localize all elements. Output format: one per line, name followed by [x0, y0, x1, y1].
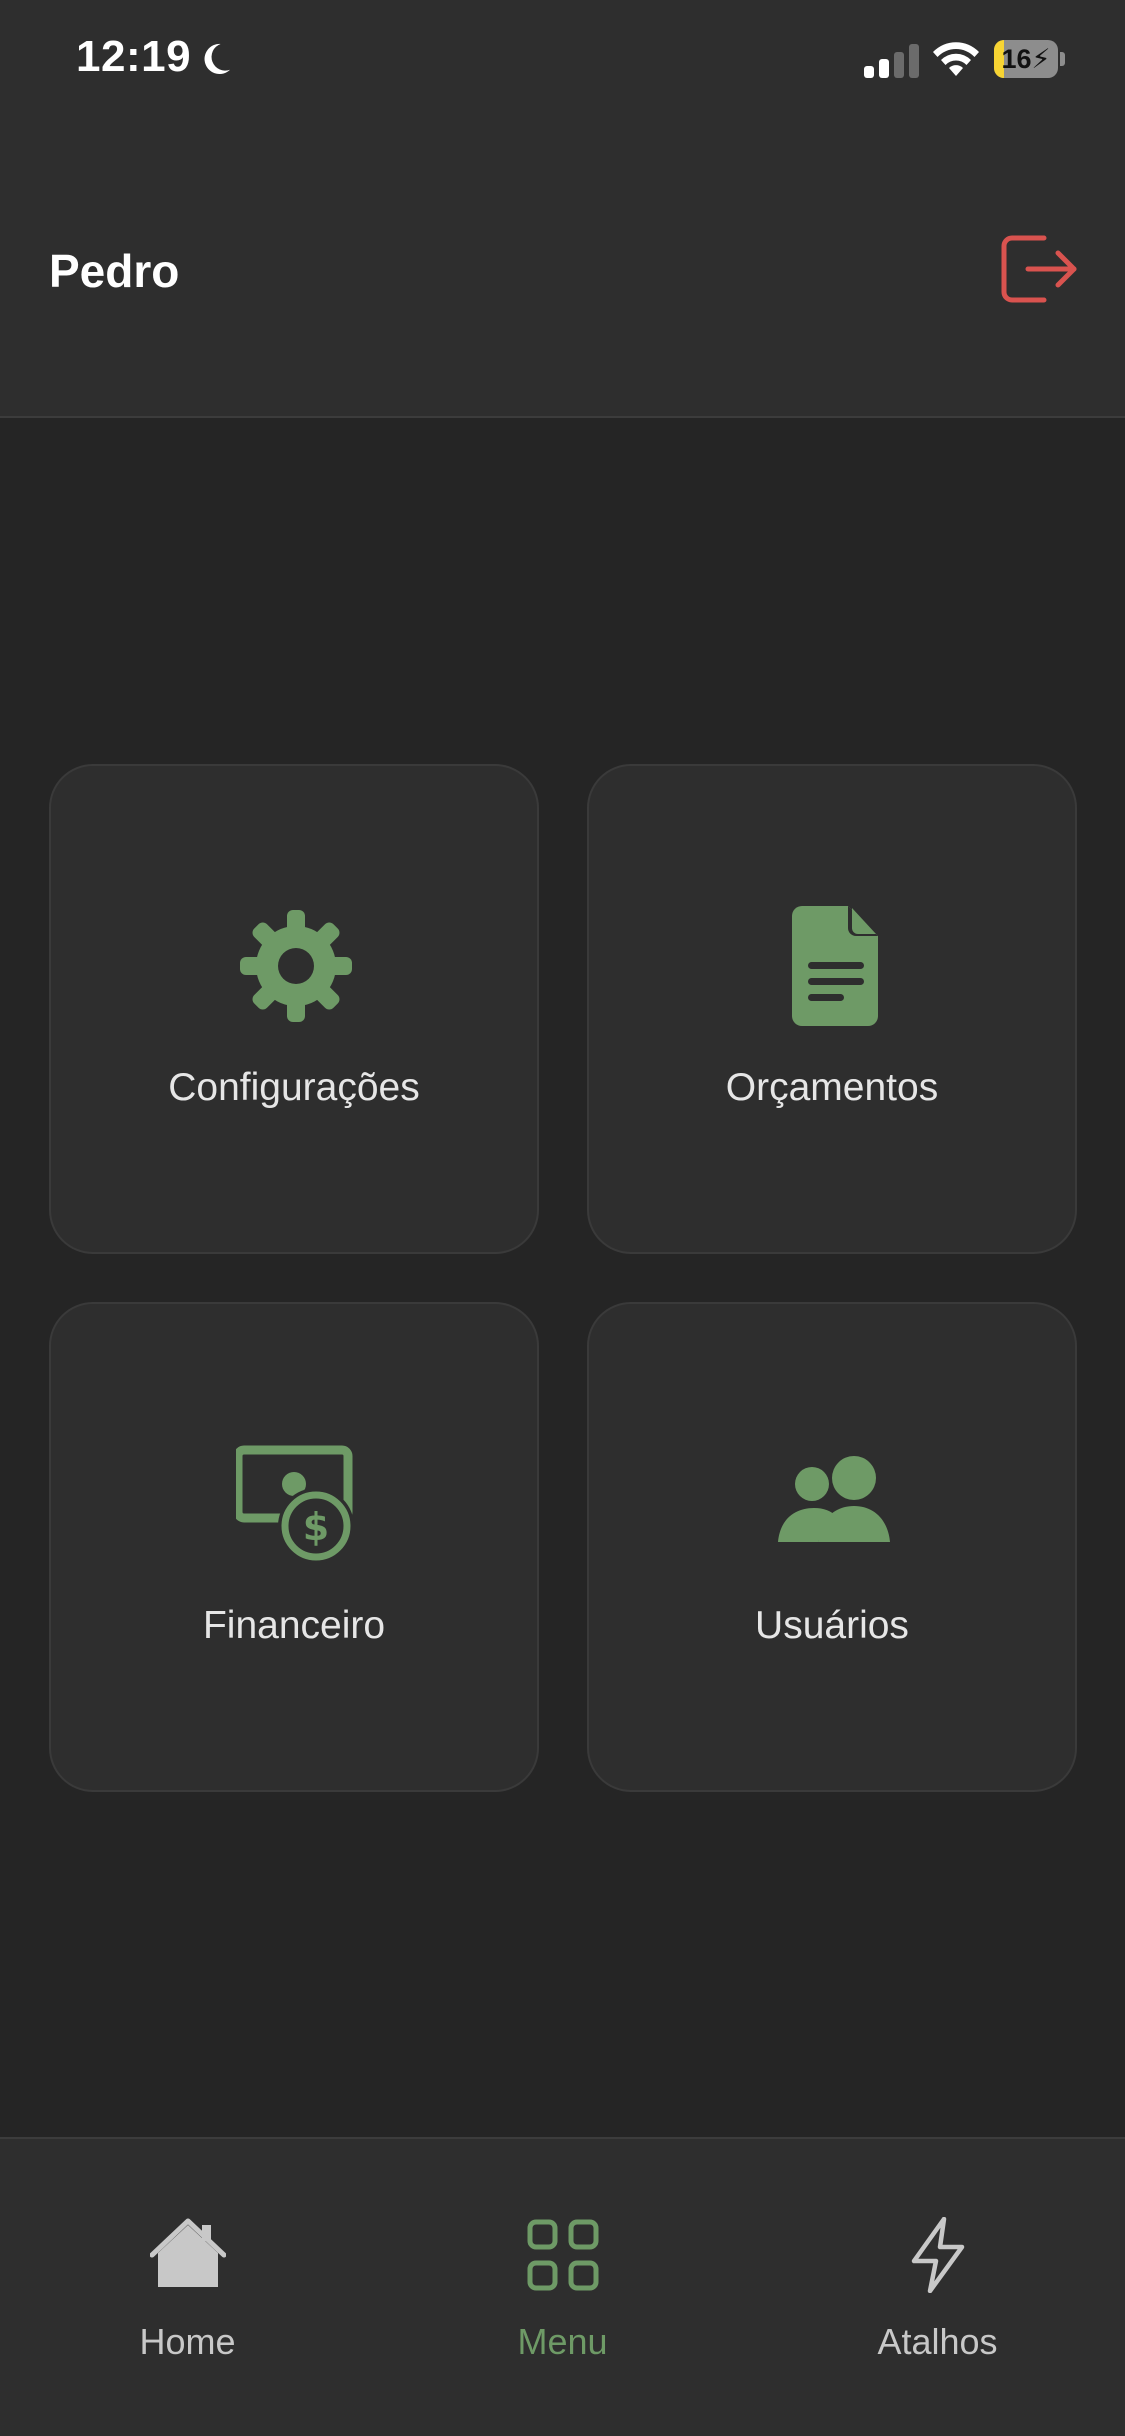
menu-item-orcamentos[interactable]: Orçamentos — [587, 764, 1077, 1254]
wifi-icon — [933, 42, 979, 76]
grid-icon — [527, 2219, 599, 2291]
tab-label: Atalhos — [877, 2321, 998, 2362]
tab-label: Home — [139, 2321, 236, 2362]
battery-icon: 16⚡ — [994, 40, 1066, 78]
home-icon — [150, 2218, 226, 2287]
tab-menu[interactable]: Menu — [375, 2139, 750, 2436]
moon-icon — [204, 43, 231, 75]
gear-icon — [240, 910, 352, 1022]
menu-item-label: Usuários — [755, 1604, 909, 1647]
signal-icon — [864, 44, 919, 78]
menu-item-label: Configurações — [168, 1066, 420, 1109]
header: 12:19 16⚡ Pedro — [0, 0, 1125, 418]
menu-item-usuarios[interactable]: Usuários — [587, 1302, 1077, 1792]
tab-label: Menu — [517, 2321, 608, 2362]
menu-item-label: Orçamentos — [725, 1066, 939, 1109]
tab-atalhos[interactable]: Atalhos — [750, 2139, 1125, 2436]
tab-home[interactable]: Home — [0, 2139, 375, 2436]
tab-bar: Home Menu Atalhos — [0, 2137, 1125, 2436]
menu-item-financeiro[interactable]: $ Financeiro — [49, 1302, 539, 1792]
lightning-icon — [911, 2217, 965, 2293]
menu-item-configuracoes[interactable]: Configurações — [49, 764, 539, 1254]
battery-nub — [1060, 52, 1065, 66]
menu-item-label: Financeiro — [202, 1604, 386, 1647]
document-icon — [792, 906, 878, 1026]
menu-screen: 12:19 16⚡ Pedro Configurações Orçamentos… — [0, 0, 1125, 2436]
battery-body: 16⚡ — [994, 40, 1058, 78]
status-time: 12:19 — [76, 32, 192, 81]
battery-level: 16⚡ — [1001, 44, 1051, 74]
battery-level-text: 16 — [1001, 44, 1032, 74]
logout-icon[interactable] — [1000, 232, 1080, 306]
svg-text:$: $ — [303, 1505, 329, 1549]
user-name: Pedro — [49, 245, 180, 297]
money-icon: $ — [236, 1445, 354, 1564]
users-icon — [778, 1456, 890, 1542]
